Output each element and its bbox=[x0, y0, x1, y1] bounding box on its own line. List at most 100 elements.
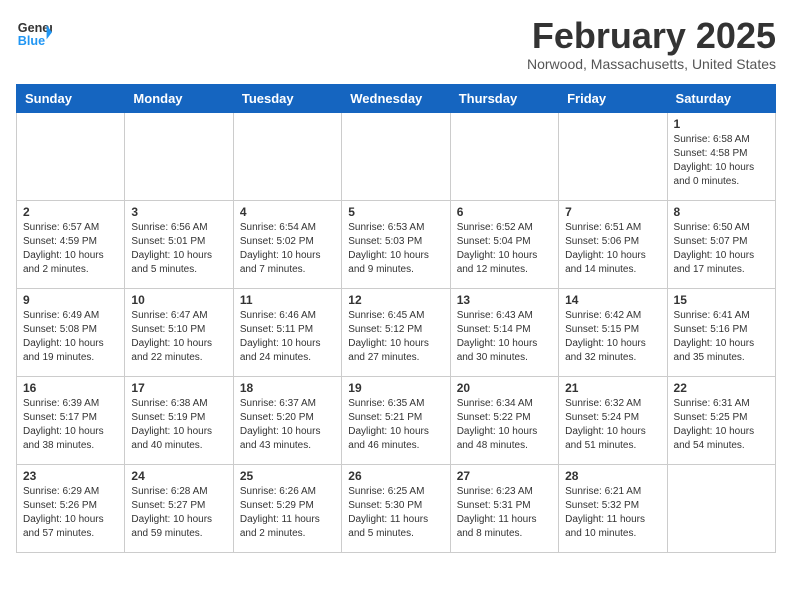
calendar-table: SundayMondayTuesdayWednesdayThursdayFrid… bbox=[16, 84, 776, 553]
day-info: Sunrise: 6:42 AM Sunset: 5:15 PM Dayligh… bbox=[565, 309, 660, 365]
day-number: 28 bbox=[565, 469, 660, 483]
calendar-cell bbox=[559, 112, 667, 200]
calendar-cell bbox=[233, 112, 341, 200]
calendar-cell bbox=[17, 112, 125, 200]
day-number: 15 bbox=[674, 293, 769, 307]
day-info: Sunrise: 6:50 AM Sunset: 5:07 PM Dayligh… bbox=[674, 221, 769, 277]
calendar-cell: 13Sunrise: 6:43 AM Sunset: 5:14 PM Dayli… bbox=[450, 288, 558, 376]
location-subtitle: Norwood, Massachusetts, United States bbox=[527, 56, 776, 72]
month-year-title: February 2025 bbox=[527, 16, 776, 56]
logo-icon: General Blue bbox=[16, 16, 52, 52]
weekday-header-tuesday: Tuesday bbox=[233, 84, 341, 112]
day-info: Sunrise: 6:26 AM Sunset: 5:29 PM Dayligh… bbox=[240, 485, 335, 541]
day-number: 4 bbox=[240, 205, 335, 219]
day-number: 19 bbox=[348, 381, 443, 395]
day-number: 8 bbox=[674, 205, 769, 219]
day-info: Sunrise: 6:29 AM Sunset: 5:26 PM Dayligh… bbox=[23, 485, 118, 541]
page-header: General Blue February 2025 Norwood, Mass… bbox=[16, 16, 776, 72]
day-number: 14 bbox=[565, 293, 660, 307]
calendar-week-4: 16 Sunrise: 6:39 AM Sunset: 5:17 PM Dayli… bbox=[17, 376, 776, 464]
day-number: 10 bbox=[131, 293, 226, 307]
day-number: 16 bbox=[23, 381, 118, 395]
calendar-header-row: SundayMondayTuesdayWednesdayThursdayFrid… bbox=[17, 84, 776, 112]
day-info: Sunrise: 6:49 AM Sunset: 5:08 PM Dayligh… bbox=[23, 309, 118, 365]
day-number: 18 bbox=[240, 381, 335, 395]
calendar-cell: 7Sunrise: 6:51 AM Sunset: 5:06 PM Daylig… bbox=[559, 200, 667, 288]
day-number: 26 bbox=[348, 469, 443, 483]
calendar-cell: 27 Sunrise: 6:23 AM Sunset: 5:31 PM Dayli… bbox=[450, 464, 558, 552]
day-info: Sunrise: 6:34 AM Sunset: 5:22 PM Dayligh… bbox=[457, 397, 552, 453]
day-number: 22 bbox=[674, 381, 769, 395]
day-info: Sunrise: 6:25 AM Sunset: 5:30 PM Dayligh… bbox=[348, 485, 443, 541]
calendar-week-2: 2 Sunrise: 6:57 AM Sunset: 4:59 PM Daylig… bbox=[17, 200, 776, 288]
day-number: 25 bbox=[240, 469, 335, 483]
calendar-cell: 9 Sunrise: 6:49 AM Sunset: 5:08 PM Daylig… bbox=[17, 288, 125, 376]
calendar-cell: 3 Sunrise: 6:56 AM Sunset: 5:01 PM Daylig… bbox=[125, 200, 233, 288]
day-number: 17 bbox=[131, 381, 226, 395]
calendar-cell: 6 Sunrise: 6:52 AM Sunset: 5:04 PM Daylig… bbox=[450, 200, 558, 288]
day-info: Sunrise: 6:57 AM Sunset: 4:59 PM Dayligh… bbox=[23, 221, 118, 277]
day-info: Sunrise: 6:32 AM Sunset: 5:24 PM Dayligh… bbox=[565, 397, 660, 453]
calendar-cell: 12 Sunrise: 6:45 AM Sunset: 5:12 PM Dayli… bbox=[342, 288, 450, 376]
weekday-header-thursday: Thursday bbox=[450, 84, 558, 112]
day-number: 27 bbox=[457, 469, 552, 483]
day-info: Sunrise: 6:39 AM Sunset: 5:17 PM Dayligh… bbox=[23, 397, 118, 453]
day-info: Sunrise: 6:38 AM Sunset: 5:19 PM Dayligh… bbox=[131, 397, 226, 453]
day-number: 24 bbox=[131, 469, 226, 483]
day-number: 3 bbox=[131, 205, 226, 219]
calendar-cell bbox=[450, 112, 558, 200]
weekday-header-saturday: Saturday bbox=[667, 84, 775, 112]
calendar-cell: 20 Sunrise: 6:34 AM Sunset: 5:22 PM Dayli… bbox=[450, 376, 558, 464]
calendar-cell bbox=[667, 464, 775, 552]
calendar-cell: 2 Sunrise: 6:57 AM Sunset: 4:59 PM Daylig… bbox=[17, 200, 125, 288]
calendar-cell: 1 Sunrise: 6:58 AM Sunset: 4:58 PM Daylig… bbox=[667, 112, 775, 200]
day-info: Sunrise: 6:52 AM Sunset: 5:04 PM Dayligh… bbox=[457, 221, 552, 277]
calendar-cell: 21Sunrise: 6:32 AM Sunset: 5:24 PM Dayli… bbox=[559, 376, 667, 464]
day-info: Sunrise: 6:37 AM Sunset: 5:20 PM Dayligh… bbox=[240, 397, 335, 453]
day-number: 11 bbox=[240, 293, 335, 307]
day-number: 23 bbox=[23, 469, 118, 483]
day-info: Sunrise: 6:21 AM Sunset: 5:32 PM Dayligh… bbox=[565, 485, 660, 541]
calendar-cell: 15Sunrise: 6:41 AM Sunset: 5:16 PM Dayli… bbox=[667, 288, 775, 376]
weekday-header-friday: Friday bbox=[559, 84, 667, 112]
day-info: Sunrise: 6:58 AM Sunset: 4:58 PM Dayligh… bbox=[674, 133, 769, 189]
day-number: 9 bbox=[23, 293, 118, 307]
day-info: Sunrise: 6:47 AM Sunset: 5:10 PM Dayligh… bbox=[131, 309, 226, 365]
calendar-cell: 11Sunrise: 6:46 AM Sunset: 5:11 PM Dayli… bbox=[233, 288, 341, 376]
day-number: 6 bbox=[457, 205, 552, 219]
day-info: Sunrise: 6:51 AM Sunset: 5:06 PM Dayligh… bbox=[565, 221, 660, 277]
calendar-cell: 18 Sunrise: 6:37 AM Sunset: 5:20 PM Dayli… bbox=[233, 376, 341, 464]
calendar-cell bbox=[342, 112, 450, 200]
title-block: February 2025 Norwood, Massachusetts, Un… bbox=[527, 16, 776, 72]
calendar-cell: 14 Sunrise: 6:42 AM Sunset: 5:15 PM Dayli… bbox=[559, 288, 667, 376]
day-info: Sunrise: 6:53 AM Sunset: 5:03 PM Dayligh… bbox=[348, 221, 443, 277]
logo: General Blue bbox=[16, 16, 52, 52]
day-number: 20 bbox=[457, 381, 552, 395]
calendar-week-5: 23 Sunrise: 6:29 AM Sunset: 5:26 PM Dayli… bbox=[17, 464, 776, 552]
calendar-cell: 25 Sunrise: 6:26 AM Sunset: 5:29 PM Dayli… bbox=[233, 464, 341, 552]
calendar-cell: 26 Sunrise: 6:25 AM Sunset: 5:30 PM Dayli… bbox=[342, 464, 450, 552]
calendar-cell: 4 Sunrise: 6:54 AM Sunset: 5:02 PM Daylig… bbox=[233, 200, 341, 288]
day-number: 12 bbox=[348, 293, 443, 307]
day-info: Sunrise: 6:54 AM Sunset: 5:02 PM Dayligh… bbox=[240, 221, 335, 277]
calendar-cell: 8 Sunrise: 6:50 AM Sunset: 5:07 PM Daylig… bbox=[667, 200, 775, 288]
calendar-cell: 19 Sunrise: 6:35 AM Sunset: 5:21 PM Dayli… bbox=[342, 376, 450, 464]
calendar-cell: 16 Sunrise: 6:39 AM Sunset: 5:17 PM Dayli… bbox=[17, 376, 125, 464]
day-info: Sunrise: 6:56 AM Sunset: 5:01 PM Dayligh… bbox=[131, 221, 226, 277]
day-number: 2 bbox=[23, 205, 118, 219]
day-info: Sunrise: 6:45 AM Sunset: 5:12 PM Dayligh… bbox=[348, 309, 443, 365]
calendar-cell: 28 Sunrise: 6:21 AM Sunset: 5:32 PM Dayli… bbox=[559, 464, 667, 552]
day-number: 1 bbox=[674, 117, 769, 131]
calendar-cell: 23 Sunrise: 6:29 AM Sunset: 5:26 PM Dayli… bbox=[17, 464, 125, 552]
calendar-cell: 17 Sunrise: 6:38 AM Sunset: 5:19 PM Dayli… bbox=[125, 376, 233, 464]
day-info: Sunrise: 6:23 AM Sunset: 5:31 PM Dayligh… bbox=[457, 485, 552, 541]
day-info: Sunrise: 6:35 AM Sunset: 5:21 PM Dayligh… bbox=[348, 397, 443, 453]
day-number: 5 bbox=[348, 205, 443, 219]
weekday-header-wednesday: Wednesday bbox=[342, 84, 450, 112]
weekday-header-sunday: Sunday bbox=[17, 84, 125, 112]
calendar-cell: 10 Sunrise: 6:47 AM Sunset: 5:10 PM Dayli… bbox=[125, 288, 233, 376]
calendar-cell: 24Sunrise: 6:28 AM Sunset: 5:27 PM Dayli… bbox=[125, 464, 233, 552]
svg-text:Blue: Blue bbox=[18, 34, 45, 48]
day-info: Sunrise: 6:31 AM Sunset: 5:25 PM Dayligh… bbox=[674, 397, 769, 453]
calendar-cell: 5 Sunrise: 6:53 AM Sunset: 5:03 PM Daylig… bbox=[342, 200, 450, 288]
